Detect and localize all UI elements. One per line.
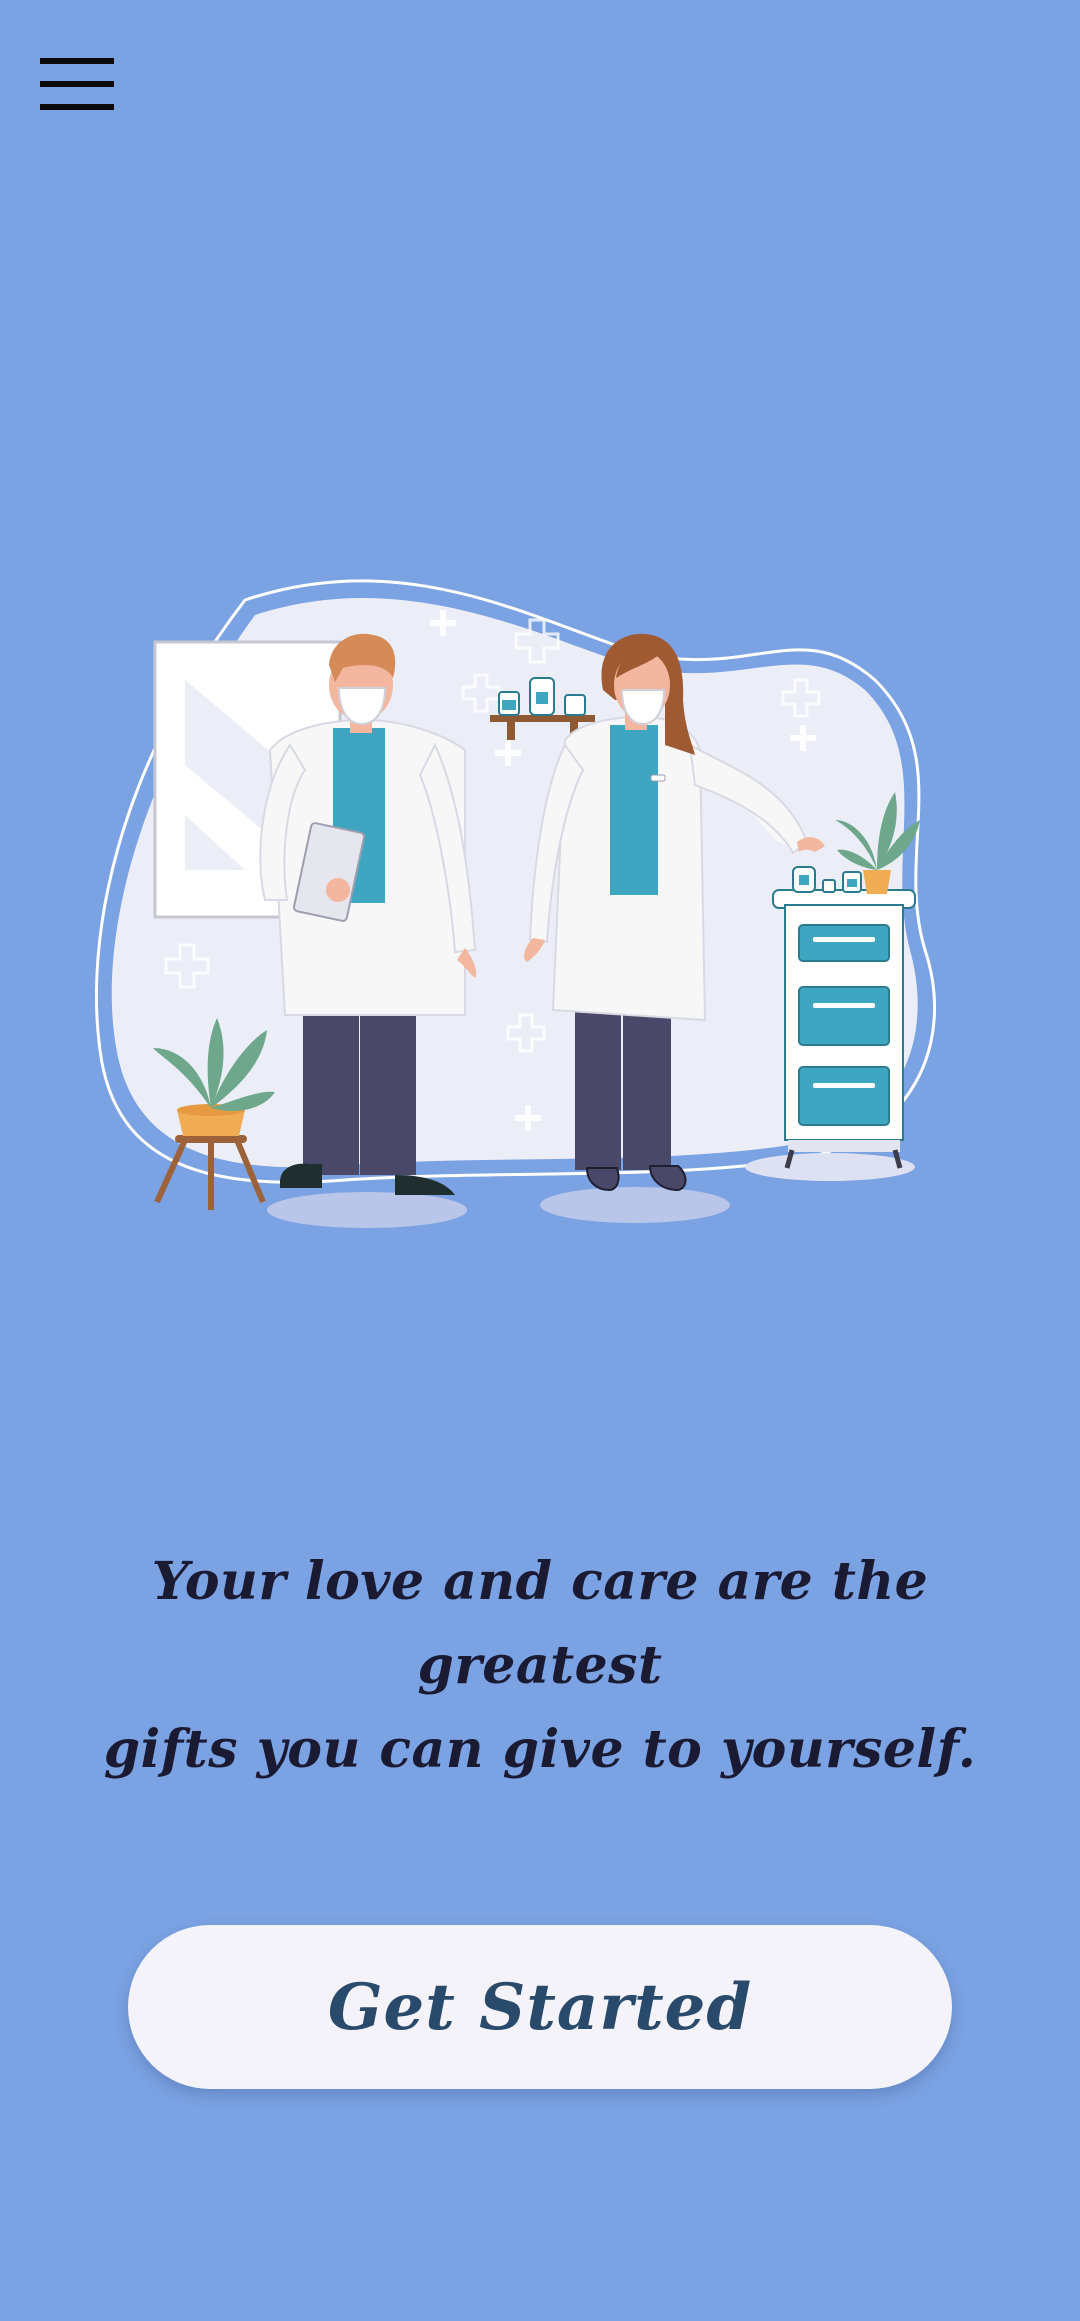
tagline-line-2: gifts you can give to yourself. [103, 1719, 977, 1780]
menu-bar [40, 81, 114, 87]
menu-bar [40, 58, 114, 64]
hero-illustration [95, 570, 995, 1250]
menu-bar [40, 104, 114, 110]
tagline: Your love and care are the greatest gift… [40, 1540, 1040, 1792]
tagline-line-1: Your love and care are the greatest [151, 1551, 929, 1696]
get-started-button[interactable]: Get Started [128, 1925, 952, 2089]
menu-button[interactable] [40, 58, 114, 110]
pharmacists-illustration-icon [95, 579, 937, 1228]
get-started-label: Get Started [327, 1969, 753, 2045]
